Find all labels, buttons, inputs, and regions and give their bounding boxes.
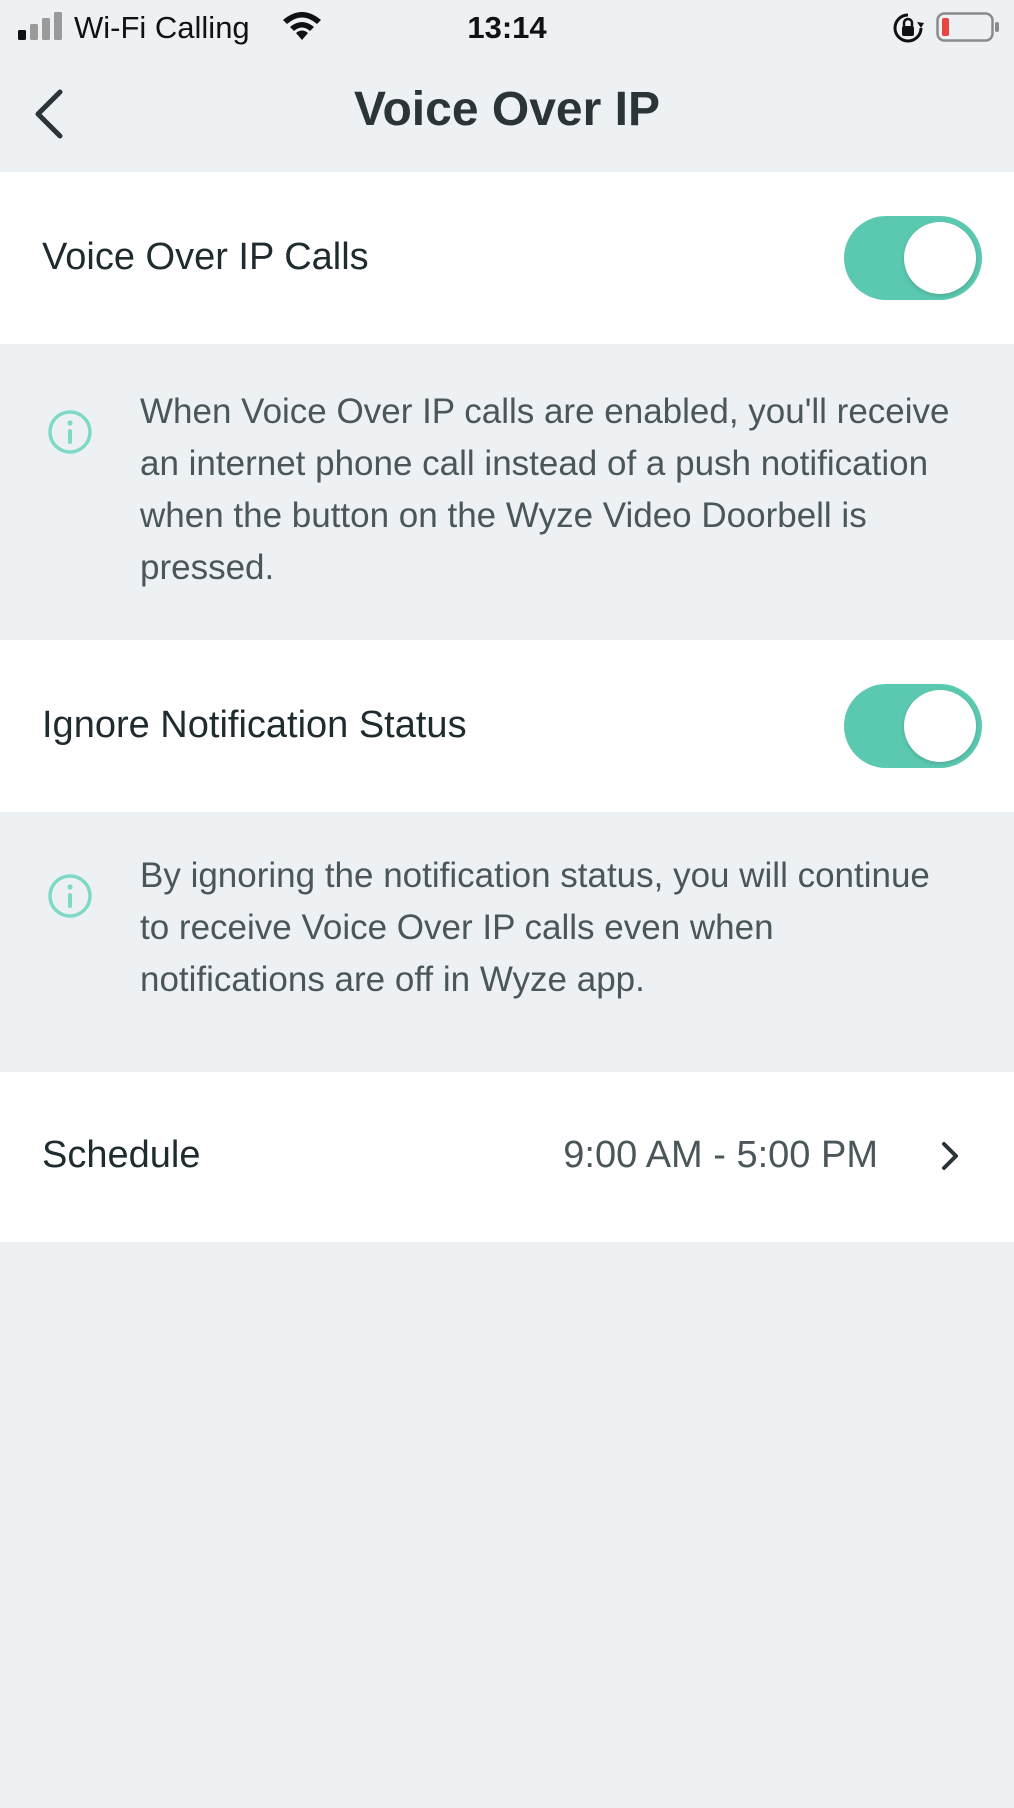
voip-calls-label: Voice Over IP Calls [42, 236, 369, 278]
chevron-right-icon [942, 1142, 958, 1170]
status-time: 13:14 [467, 10, 547, 45]
voip-calls-info-text: When Voice Over IP calls are enabled, yo… [140, 392, 950, 587]
ignore-notification-toggle[interactable] [844, 684, 982, 768]
battery-icon [936, 12, 999, 42]
voip-calls-toggle[interactable] [844, 216, 982, 300]
toggle-knob [904, 222, 976, 294]
ignore-notification-row: Ignore Notification Status [0, 640, 1014, 812]
voip-calls-row: Voice Over IP Calls [0, 172, 1014, 344]
page-title: Voice Over IP [354, 83, 660, 136]
ignore-notification-info: By ignoring the notification status, you… [0, 812, 1014, 1072]
status-bar: Wi-Fi Calling 13:14 [0, 0, 1014, 56]
toggle-knob [904, 690, 976, 762]
ignore-notification-info-text: By ignoring the notification status, you… [140, 856, 930, 999]
info-icon [48, 874, 92, 918]
navigation-bar: Voice Over IP [0, 56, 1014, 172]
voip-calls-info: When Voice Over IP calls are enabled, yo… [0, 344, 1014, 640]
schedule-label: Schedule [42, 1134, 201, 1176]
schedule-value: 9:00 AM - 5:00 PM [563, 1134, 878, 1176]
rotation-lock-icon [893, 13, 924, 43]
schedule-row[interactable]: Schedule 9:00 AM - 5:00 PM [0, 1072, 1014, 1242]
ignore-notification-label: Ignore Notification Status [42, 704, 467, 746]
info-icon [48, 410, 92, 454]
